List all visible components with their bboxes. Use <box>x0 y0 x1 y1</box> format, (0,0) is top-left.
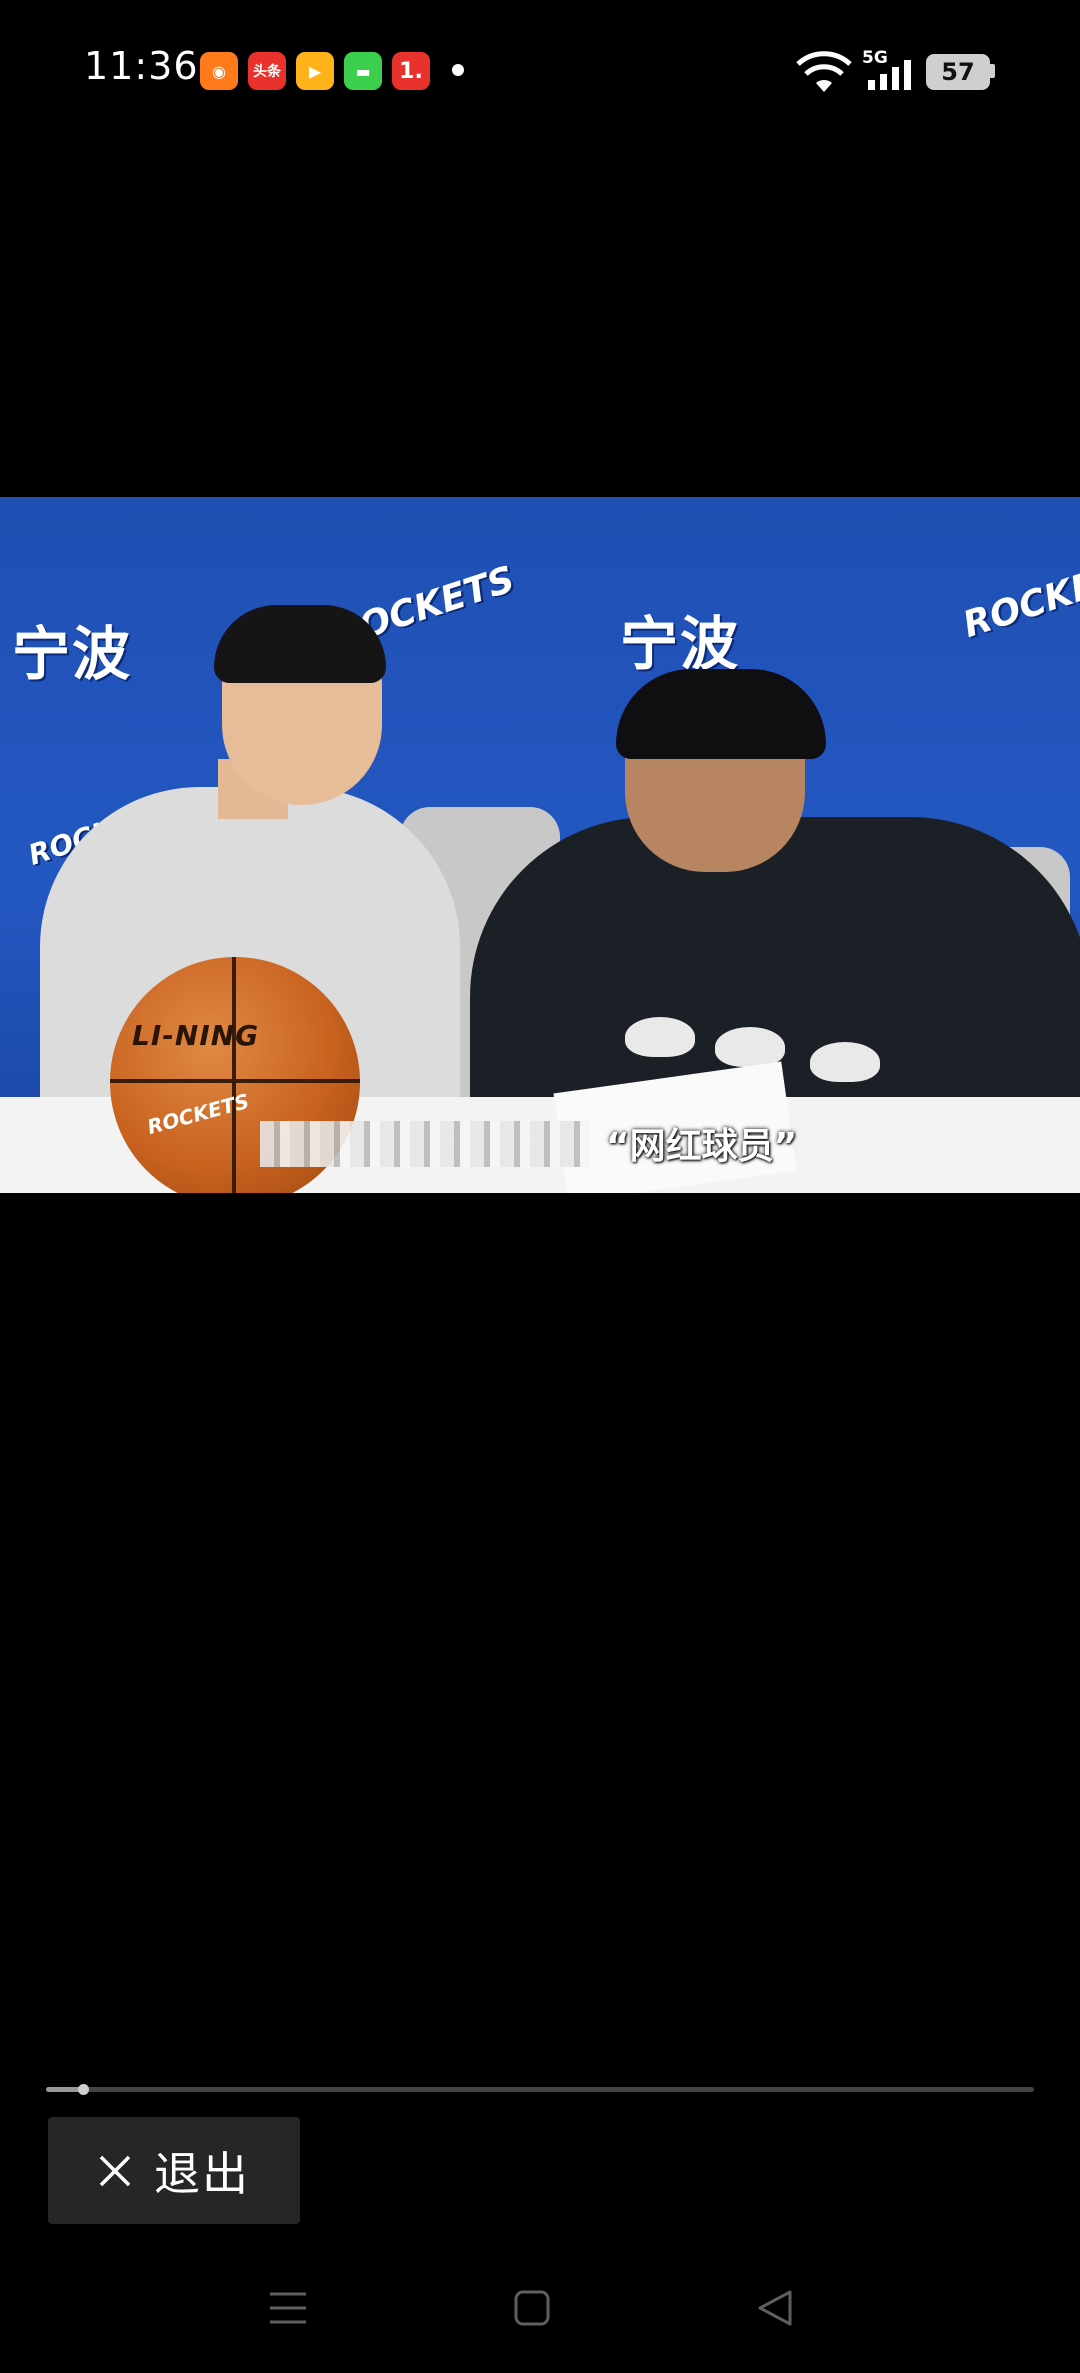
nav-home-button[interactable] <box>502 2280 562 2336</box>
close-icon <box>99 2155 131 2186</box>
video-progress-bar[interactable] <box>46 2084 1034 2095</box>
dove-print <box>810 1042 880 1082</box>
status-time: 11:36 <box>84 44 199 88</box>
app-orange-icon: ◉ <box>200 52 238 90</box>
dove-print <box>715 1027 785 1067</box>
battery-tip <box>990 64 995 78</box>
nav-back-button[interactable] <box>746 2280 806 2336</box>
home-icon <box>514 2290 550 2326</box>
ball-brand-text: LI-NING <box>132 1019 260 1052</box>
dove-print <box>625 1017 695 1057</box>
nav-menu-button[interactable] <box>258 2280 318 2336</box>
menu-icon <box>270 2292 306 2324</box>
blurred-subtitle <box>260 1121 590 1167</box>
rockets-logo: ROCKETS <box>958 548 1080 647</box>
wifi-icon <box>796 51 852 92</box>
person-left-hair <box>214 605 386 683</box>
status-bar: 11:36 ◉ 头条 ▶ ▬ 1. 5G 57 <box>0 0 1080 140</box>
progress-handle[interactable] <box>77 2084 89 2095</box>
video-frame[interactable]: 宁波 宁波 ROCKETS ROCKETS ROCKETS LI-NING RO… <box>0 497 1080 1193</box>
more-notifications-dot-icon <box>452 64 464 76</box>
message-icon: ▬ <box>344 52 382 90</box>
person-right-durag <box>616 669 826 759</box>
toutiao-icon: 头条 <box>248 52 286 90</box>
video-subtitle: “网红球员” <box>606 1126 798 1167</box>
exit-button[interactable]: 退出 <box>48 2117 300 2224</box>
ball-seam <box>232 957 236 1193</box>
video-app-icon: ▶ <box>296 52 334 90</box>
back-icon <box>758 2290 792 2326</box>
signal-icon <box>868 60 911 90</box>
battery-icon: 57 <box>926 54 990 90</box>
backdrop-text: 宁波 <box>12 620 133 688</box>
exit-label: 退出 <box>154 2146 250 2201</box>
app-red-icon: 1. <box>392 52 430 90</box>
